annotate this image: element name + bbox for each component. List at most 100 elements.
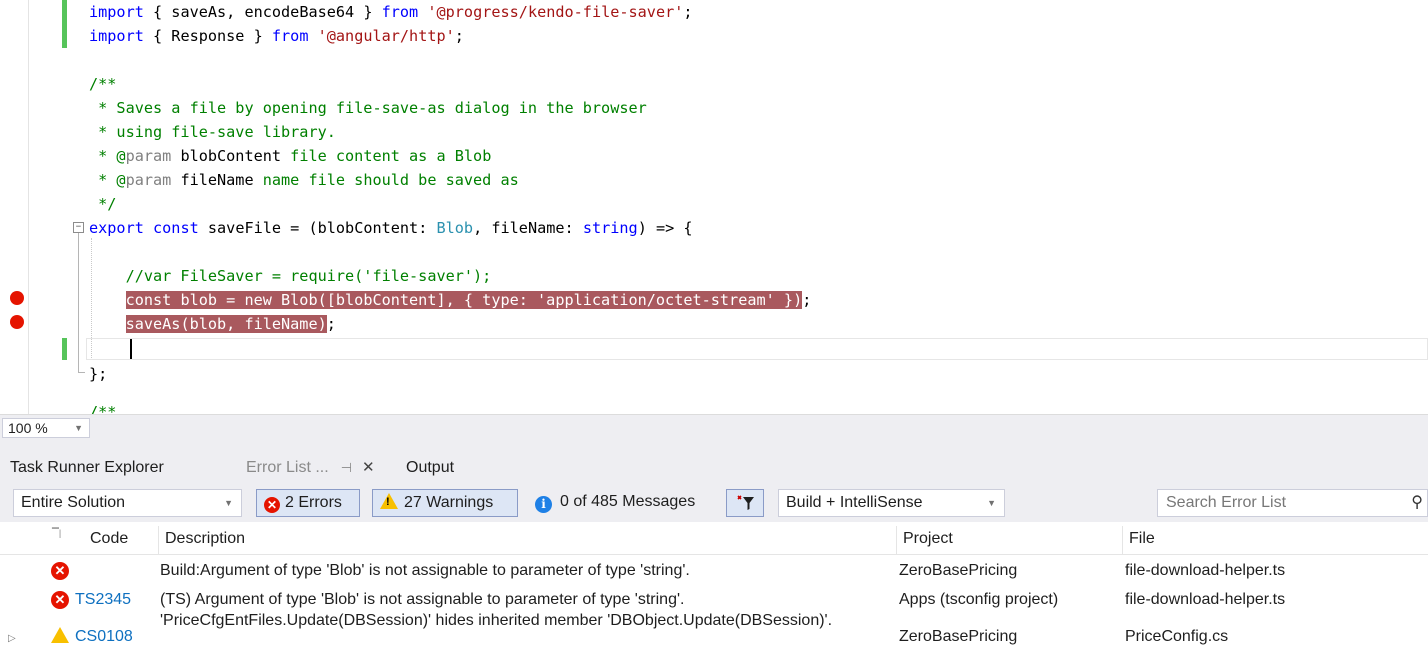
chevron-down-icon: ▼	[987, 498, 996, 508]
code-line: import { saveAs, encodeBase64 } from '@p…	[0, 0, 1428, 24]
code-line: };	[0, 362, 1428, 386]
code-text: { Response }	[143, 27, 272, 45]
error-code[interactable]: CS0108	[75, 623, 133, 651]
search-error-list-input[interactable]: Search Error List ⚲	[1157, 489, 1428, 517]
zoom-value: 100 %	[8, 420, 48, 436]
string-literal: '@progress/kendo-file-saver'	[427, 3, 684, 21]
code-text: , fileName:	[473, 219, 583, 237]
error-icon: ✕	[264, 497, 280, 513]
code-line: * Saves a file by opening file-save-as d…	[0, 96, 1428, 120]
comment-text: file content as a Blob	[281, 147, 492, 165]
keyword: const	[143, 219, 199, 237]
tab-error-list[interactable]: Error List ... ⊣ ✕	[236, 455, 406, 481]
build-intellisense-dropdown[interactable]: Build + IntelliSense ▼	[778, 489, 1005, 517]
tab-output[interactable]: Output	[396, 455, 486, 481]
column-header-label: File	[1129, 530, 1155, 547]
warning-row[interactable]: ▷ CS0108 'PriceCfgEntFiles.Update(DBSess…	[0, 612, 1428, 645]
keyword: string	[582, 219, 638, 237]
messages-count-label: 0 of 485 Messages	[560, 493, 696, 510]
close-icon[interactable]: ✕	[362, 459, 375, 476]
chevron-down-icon: ▼	[224, 498, 233, 508]
clear-filter-button[interactable]	[726, 489, 764, 517]
pin-icon[interactable]: ⊣	[341, 460, 352, 475]
doc-tag: param	[125, 171, 172, 189]
error-icon: ✕	[51, 591, 69, 609]
keyword: import	[89, 27, 144, 45]
error-project: ZeroBasePricing	[899, 628, 1018, 645]
build-filter-value: Build + IntelliSense	[786, 494, 923, 511]
error-description: 'PriceCfgEntFiles.Update(DBSession)' hid…	[160, 612, 833, 629]
doc-tag: param	[125, 147, 172, 165]
breakpoint-highlight: const blob = new Blob([blobContent], { t…	[125, 291, 803, 309]
sort-indicator-icon[interactable]: ▔|	[46, 526, 84, 554]
string-literal: '@angular/http'	[317, 27, 455, 45]
tab-label: Error List ...	[246, 459, 329, 476]
text-caret	[130, 339, 132, 359]
tab-label: Output	[406, 459, 455, 476]
scope-dropdown[interactable]: Entire Solution ▼	[13, 489, 242, 517]
error-list-toolbar: Entire Solution ▼ ✕2 Errors 27 Warnings …	[0, 483, 1428, 522]
comment-text: /**	[89, 403, 117, 414]
comment-text: */	[89, 195, 117, 213]
column-header-code[interactable]: Code	[84, 526, 158, 554]
error-icon: ✕	[51, 562, 69, 580]
keyword: export	[89, 219, 144, 237]
code-text: ;	[326, 315, 336, 333]
error-file: file-download-helper.ts	[1125, 562, 1286, 579]
breakpoint-line: saveAs(blob, fileName);	[0, 312, 1428, 336]
code-line: /**	[0, 72, 1428, 96]
doc-param-name: blobContent	[171, 147, 282, 165]
type-name: Blob	[436, 219, 474, 237]
column-header-file[interactable]: File	[1122, 526, 1428, 554]
code-text: ;	[802, 291, 812, 309]
error-row[interactable]: ✕ Build:Argument of type 'Blob' is not a…	[0, 557, 1428, 585]
zoom-dropdown[interactable]: 100 % ▼	[2, 418, 90, 438]
code-text: };	[89, 365, 108, 383]
error-description: Build:Argument of type 'Blob' is not ass…	[160, 562, 690, 579]
search-icon[interactable]: ⚲	[1411, 490, 1423, 516]
column-header-project[interactable]: Project	[896, 526, 1122, 554]
code-line: * @param fileName name file should be sa…	[0, 168, 1428, 192]
filter-clear-icon	[737, 495, 754, 510]
code-text: ;	[454, 27, 464, 45]
keyword: from	[271, 27, 309, 45]
code-line: */	[0, 192, 1428, 216]
error-file: PriceConfig.cs	[1125, 628, 1229, 645]
comment-text: * @	[89, 171, 126, 189]
tool-window-tabs: Task Runner Explorer Error List ... ⊣ ✕ Ou…	[0, 440, 1428, 483]
tab-task-runner-explorer[interactable]: Task Runner Explorer	[0, 455, 230, 481]
column-header-label: Project	[903, 530, 953, 547]
chevron-down-icon: ▼	[74, 423, 83, 433]
column-header-description[interactable]: Description	[158, 526, 896, 554]
column-header-label: Description	[165, 530, 246, 547]
comment-text: /**	[89, 75, 117, 93]
error-project: ZeroBasePricing	[899, 562, 1018, 579]
warnings-count-label: 27 Warnings	[404, 494, 494, 511]
error-file: file-download-helper.ts	[1125, 591, 1286, 608]
code-text: { saveAs, encodeBase64 }	[143, 3, 382, 21]
warning-icon	[380, 493, 398, 509]
comment-text: * Saves a file by opening file-save-as d…	[89, 99, 647, 117]
code-line: * using file-save library.	[0, 120, 1428, 144]
tab-label: Task Runner Explorer	[10, 459, 164, 476]
messages-filter-button[interactable]: i 0 of 485 Messages	[530, 489, 716, 517]
errors-count-label: 2 Errors	[285, 494, 342, 511]
code-editor[interactable]: − import { saveAs, encodeBase64 } from '…	[0, 0, 1428, 414]
info-icon: i	[535, 496, 552, 513]
comment-text: //var FileSaver = require('file-saver');	[89, 267, 492, 285]
column-header-label: Code	[90, 530, 129, 547]
warnings-filter-button[interactable]: 27 Warnings	[372, 489, 518, 517]
keyword: from	[381, 3, 419, 21]
search-placeholder: Search Error List	[1166, 494, 1287, 511]
expand-chevron-icon[interactable]: ▷	[8, 625, 16, 653]
code-line: * @param blobContent file content as a B…	[0, 144, 1428, 168]
scope-value: Entire Solution	[21, 494, 126, 511]
errors-filter-button[interactable]: ✕ 2 Errors	[256, 489, 360, 517]
error-code[interactable]: TS2345	[75, 586, 131, 614]
doc-param-name: fileName	[171, 171, 254, 189]
error-project: Apps (tsconfig project)	[899, 591, 1059, 608]
current-line-highlight	[86, 338, 1428, 360]
code-text: ;	[683, 3, 693, 21]
